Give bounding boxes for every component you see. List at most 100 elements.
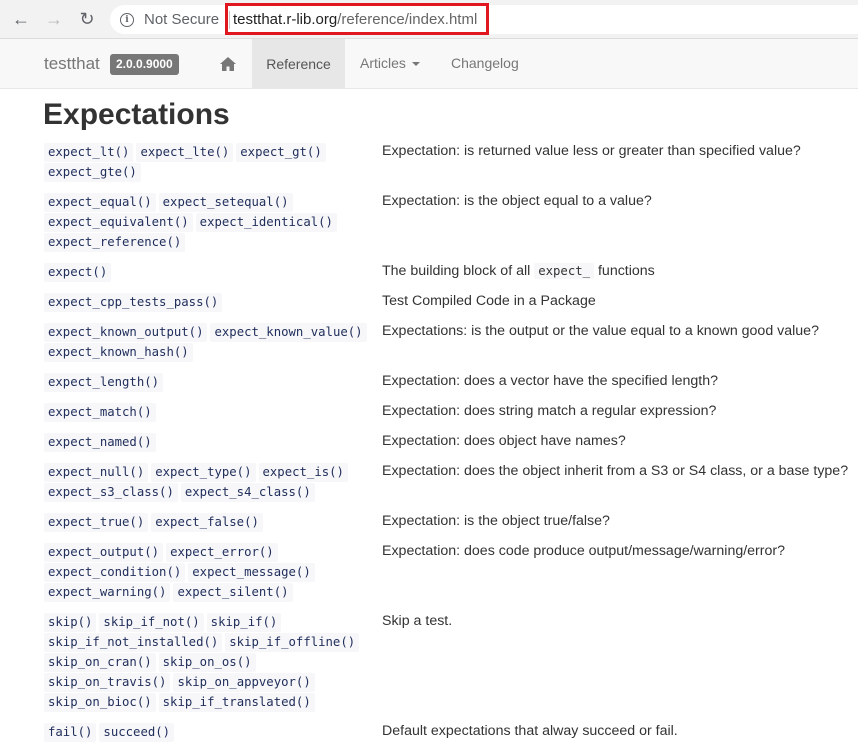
function-link[interactable]: skip_if() [206, 613, 282, 632]
function-line: expect() [44, 263, 374, 283]
info-icon[interactable]: i [120, 12, 134, 27]
function-line: expect_named() [44, 433, 374, 453]
function-link[interactable]: expect_true() [44, 513, 149, 532]
function-description: Expectation: does string match a regular… [382, 403, 717, 419]
function-link[interactable]: expect_gt() [236, 143, 326, 162]
nav-articles-label: Articles [360, 55, 406, 71]
function-line: expect_gte() [44, 163, 374, 183]
url-highlight[interactable]: testthat.r-lib.org/reference/index.html [225, 3, 489, 35]
function-link[interactable]: expect_lte() [136, 143, 234, 162]
function-description: Expectation: does the object inherit fro… [382, 463, 849, 479]
function-links: expect_match() [44, 403, 374, 423]
function-link[interactable]: expect_condition() [44, 563, 186, 582]
function-link[interactable]: expect_named() [44, 433, 156, 452]
function-link[interactable]: expect_equal() [44, 193, 156, 212]
function-link[interactable]: expect_message() [188, 563, 315, 582]
reload-icon[interactable]: ↻ [74, 6, 100, 32]
function-line: fail() succeed() [44, 723, 374, 743]
function-links: expect_equal() expect_setequal() expect_eq… [44, 193, 374, 253]
nav-reference-label: Reference [266, 56, 331, 72]
function-link[interactable]: skip_on_os() [158, 653, 256, 672]
nav-reference[interactable]: Reference [252, 39, 345, 89]
function-link[interactable]: expect_s4_class() [180, 483, 315, 502]
function-link[interactable]: skip_on_cran() [44, 653, 156, 672]
function-links: expect_null() expect_type() expect_is() exp… [44, 463, 374, 503]
function-links: expect() [44, 263, 374, 283]
function-link[interactable]: expect_known_value() [210, 323, 367, 342]
function-link[interactable]: expect_error() [166, 543, 278, 562]
function-description: Expectation: does object have names? [382, 433, 626, 449]
function-link[interactable]: expect_equivalent() [44, 213, 193, 232]
function-link[interactable]: expect_gte() [44, 163, 141, 182]
function-link[interactable]: skip_on_bioc() [44, 693, 156, 712]
function-line: skip_if_not_installed() skip_if_offline() [44, 633, 374, 653]
function-description: Skip a test. [382, 613, 453, 629]
back-arrow-icon[interactable]: ← [8, 6, 34, 32]
page-title: Expectations [43, 98, 230, 131]
function-link[interactable]: expect_type() [151, 463, 256, 482]
forward-arrow-icon[interactable]: → [41, 6, 67, 32]
function-links: expect_lt() expect_lte() expect_gt() expect… [44, 143, 374, 183]
function-link[interactable]: expect_output() [44, 543, 164, 562]
function-link[interactable]: skip() [44, 613, 97, 632]
function-description: Expectation: does a vector have the spec… [382, 373, 718, 389]
function-line: expect_warning() expect_silent() [44, 583, 374, 603]
function-link[interactable]: expect_reference() [44, 233, 186, 252]
function-links: skip() skip_if_not() skip_if() skip_if_not_… [44, 613, 374, 713]
function-line: expect_length() [44, 373, 374, 393]
function-line: expect_null() expect_type() expect_is() [44, 463, 374, 483]
function-line: expect_s3_class() expect_s4_class() [44, 483, 374, 503]
function-link[interactable]: expect_s3_class() [44, 483, 178, 502]
function-link[interactable]: expect_identical() [195, 213, 337, 232]
url-path: /reference/index.html [337, 10, 478, 28]
function-link[interactable]: expect_cpp_tests_pass() [44, 293, 223, 312]
function-link[interactable]: expect_warning() [44, 583, 171, 602]
function-link[interactable]: expect_is() [258, 463, 348, 482]
caret-down-icon [411, 62, 420, 67]
function-links: expect_length() [44, 373, 374, 393]
function-description: Expectation: is the object true/false? [382, 513, 610, 529]
not-secure-label: Not Secure [144, 11, 220, 28]
function-link[interactable]: skip_if_offline() [225, 633, 360, 652]
function-link[interactable]: skip_on_travis() [44, 673, 171, 692]
home-icon[interactable] [219, 55, 237, 73]
function-link[interactable]: expect_silent() [173, 583, 293, 602]
function-link[interactable]: skip_if_not() [99, 613, 204, 632]
function-link[interactable]: skip_if_translated() [158, 693, 315, 712]
function-link[interactable]: expect_length() [44, 373, 164, 392]
function-description: The building block of all expect_ functi… [382, 263, 655, 280]
site-brand[interactable]: testthat [44, 54, 100, 74]
function-line: expect_lt() expect_lte() expect_gt() [44, 143, 374, 163]
nav-changelog[interactable]: Changelog [451, 55, 519, 71]
version-badge: 2.0.0.9000 [110, 54, 179, 75]
function-links: fail() succeed() [44, 723, 374, 743]
function-link[interactable]: succeed() [99, 723, 175, 742]
function-link[interactable]: expect_false() [151, 513, 263, 532]
function-line: expect_known_hash() [44, 343, 374, 363]
nav-articles[interactable]: Articles [360, 55, 420, 71]
function-link[interactable]: expect_setequal() [158, 193, 293, 212]
function-line: expect_condition() expect_message() [44, 563, 374, 583]
description-text: The building block of all [382, 263, 535, 279]
function-line: skip_on_cran() skip_on_os() [44, 653, 374, 673]
function-link[interactable]: expect_match() [44, 403, 156, 422]
function-link[interactable]: expect_lt() [44, 143, 134, 162]
function-line: skip_on_travis() skip_on_appveyor() [44, 673, 374, 693]
function-link[interactable]: expect_known_hash() [44, 343, 193, 362]
function-link[interactable]: skip_if_not_installed() [44, 633, 223, 652]
function-description: Test Compiled Code in a Package [382, 293, 596, 309]
function-link[interactable]: skip_on_appveyor() [173, 673, 315, 692]
browser-toolbar: ← → ↻ i Not Secure testthat.r-lib.org/re… [0, 0, 858, 39]
function-description: Expectation: is returned value less or g… [382, 143, 801, 159]
function-line: skip() skip_if_not() skip_if() [44, 613, 374, 633]
function-link[interactable]: expect_known_output() [44, 323, 208, 342]
function-link[interactable]: expect() [44, 263, 112, 282]
function-line: expect_equivalent() expect_identical() [44, 213, 374, 233]
function-line: expect_reference() [44, 233, 374, 253]
function-line: expect_cpp_tests_pass() [44, 293, 374, 313]
function-link[interactable]: fail() [44, 723, 97, 742]
function-links: expect_true() expect_false() [44, 513, 374, 533]
function-line: expect_equal() expect_setequal() [44, 193, 374, 213]
function-link[interactable]: expect_null() [44, 463, 149, 482]
function-links: expect_named() [44, 433, 374, 453]
